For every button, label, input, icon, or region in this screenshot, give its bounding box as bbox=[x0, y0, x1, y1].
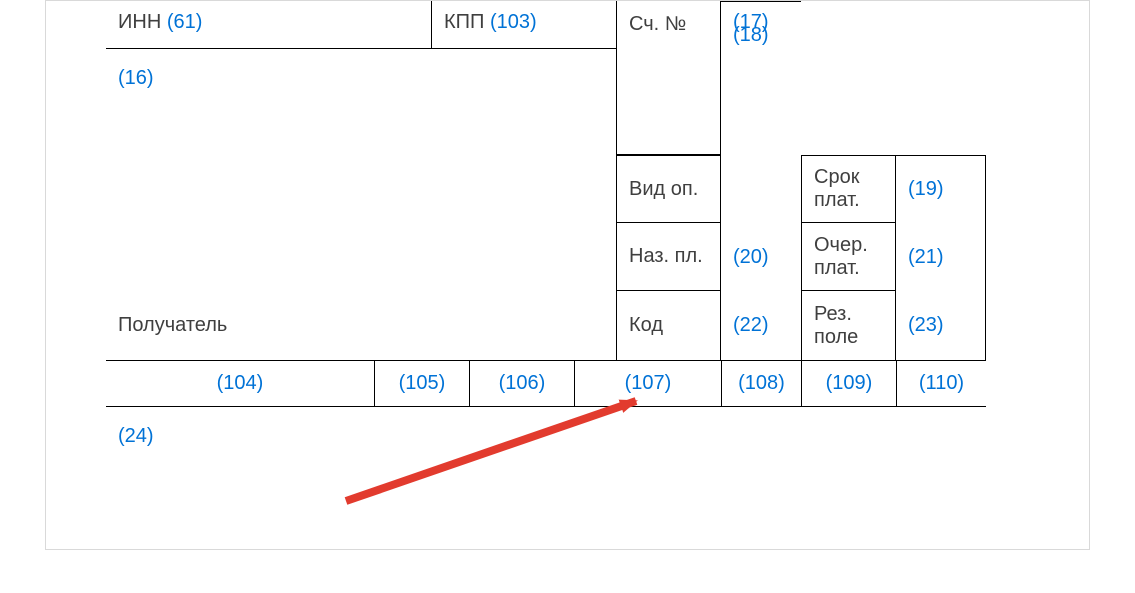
cell-22: (22) bbox=[721, 291, 801, 361]
code-19[interactable]: (19) bbox=[908, 178, 944, 201]
label-acct: Сч. № bbox=[629, 13, 686, 35]
cell-104: (104) bbox=[106, 361, 374, 407]
label-rez-pole: Рез. поле bbox=[814, 303, 883, 349]
cell-24: (24) bbox=[106, 415, 226, 455]
cell-110: (110) bbox=[896, 361, 986, 407]
document-frame: ИНН (61) КПП (103) Сч. № (17) (16) Вид о… bbox=[45, 0, 1090, 550]
cell-naz-pl: Наз. пл. bbox=[616, 223, 721, 291]
cell-ocher-plat: Очер. плат. bbox=[801, 223, 896, 291]
cell-acct: Сч. № bbox=[616, 1, 721, 155]
label-inn: ИНН bbox=[118, 11, 161, 33]
cell-16: (16) bbox=[106, 57, 406, 97]
cell-recipient: Получатель bbox=[106, 291, 616, 361]
cell-rez-pole: Рез. поле bbox=[801, 291, 896, 361]
label-kod: Код bbox=[629, 314, 663, 337]
cell-vid-op: Вид оп. bbox=[616, 155, 721, 223]
code-18[interactable]: (18) bbox=[733, 24, 769, 47]
code-16[interactable]: (16) bbox=[118, 67, 154, 89]
cell-109: (109) bbox=[801, 361, 896, 407]
cell-kpp: КПП (103) bbox=[431, 1, 616, 49]
code-22[interactable]: (22) bbox=[733, 314, 769, 337]
code-20[interactable]: (20) bbox=[733, 246, 769, 269]
cell-19: (19) bbox=[896, 155, 986, 223]
code-104[interactable]: (104) bbox=[217, 372, 264, 395]
label-srok-plat: Срок плат. bbox=[814, 166, 883, 212]
arrow-icon bbox=[336, 391, 676, 511]
cell-21: (21) bbox=[896, 223, 986, 291]
code-21[interactable]: (21) bbox=[908, 246, 944, 269]
cell-inn: ИНН (61) bbox=[106, 1, 431, 49]
cell-108: (108) bbox=[721, 361, 801, 407]
grid-right-border bbox=[985, 155, 986, 361]
code-24[interactable]: (24) bbox=[118, 425, 154, 447]
cell-kod: Код bbox=[616, 291, 721, 361]
cell-20: (20) bbox=[721, 223, 801, 291]
cell-23: (23) bbox=[896, 291, 986, 361]
code-110[interactable]: (110) bbox=[919, 372, 964, 395]
label-ocher-plat: Очер. плат. bbox=[814, 234, 883, 280]
label-recipient: Получатель bbox=[118, 314, 227, 337]
cell-18: (18) bbox=[721, 1, 801, 69]
label-vid-op: Вид оп. bbox=[629, 178, 698, 201]
code-61[interactable]: (61) bbox=[167, 11, 203, 33]
code-108[interactable]: (108) bbox=[738, 372, 785, 395]
cell-srok-plat: Срок плат. bbox=[801, 155, 896, 223]
code-103[interactable]: (103) bbox=[490, 11, 537, 33]
label-kpp: КПП bbox=[444, 11, 484, 33]
code-109[interactable]: (109) bbox=[826, 372, 873, 395]
code-23[interactable]: (23) bbox=[908, 314, 944, 337]
label-naz-pl: Наз. пл. bbox=[629, 245, 703, 268]
